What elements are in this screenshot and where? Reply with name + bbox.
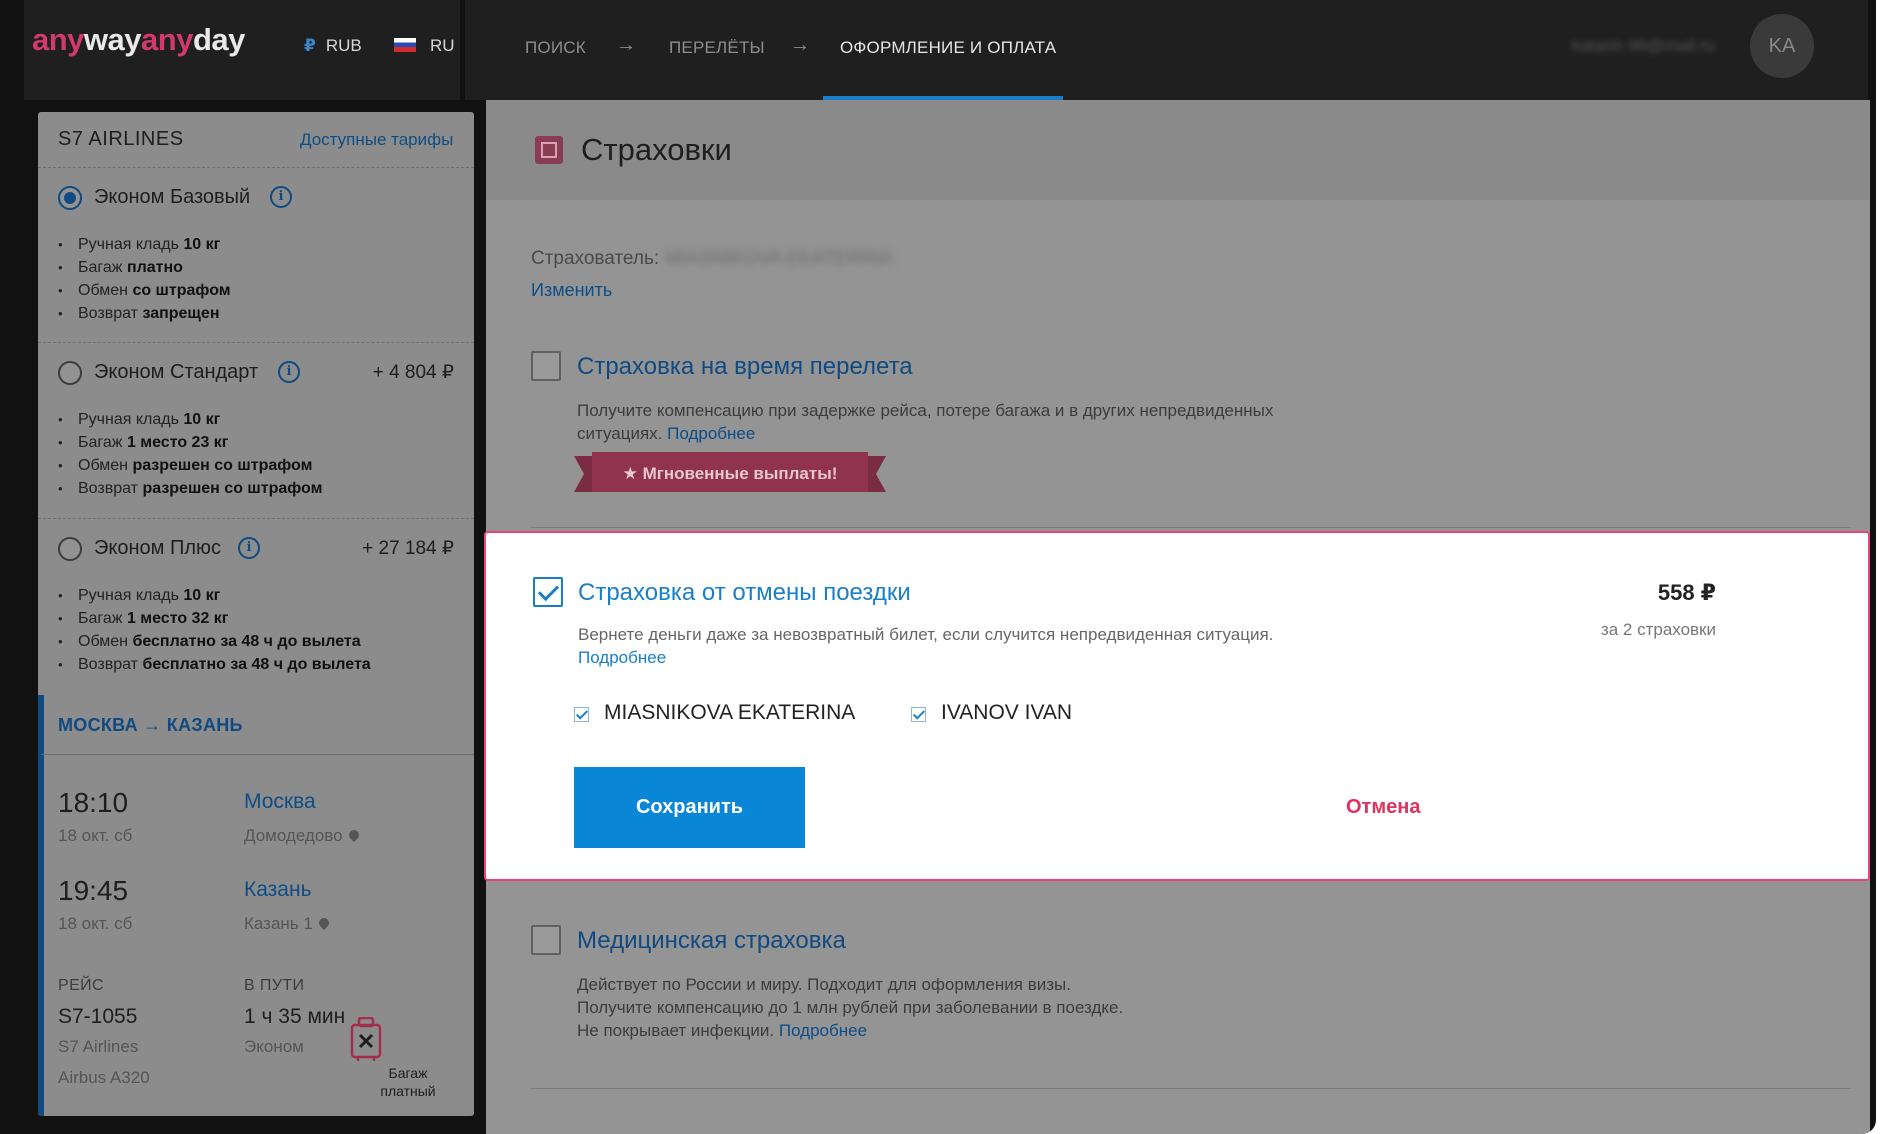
fare-feature: Багаж 1 место 32 кг [58,610,371,633]
step-flights[interactable]: ПЕРЕЛЁТЫ [669,38,765,58]
fare-feature: Обмен бесплатно за 48 ч до вылета [58,633,371,656]
location-pin-icon [346,827,361,843]
header-divider [460,0,465,100]
arrival-date: 18 окт. сб [58,914,133,933]
fare-radio[interactable] [58,186,82,210]
fare-feature: Возврат бесплатно за 48 ч до вылета [58,656,371,679]
available-fares-link[interactable]: Доступные тарифы [300,130,453,150]
flight-duration: 1 ч 35 мин [244,1005,346,1028]
fare-features: Ручная кладь 10 кг Багаж платно Обмен со… [58,236,231,328]
fare-feature: Ручная кладь 10 кг [58,587,371,610]
flight-insurance-desc: Получите компенсацию при задержке рейса,… [577,401,1274,443]
fare-feature: Багаж платно [58,259,231,282]
change-insurer-link[interactable]: Изменить [531,280,612,301]
step-arrow: → [616,34,636,56]
location-pin-icon [316,915,331,931]
medical-insurance-desc: Действует по России и миру. Подходит для… [577,975,1124,1040]
fare-radio[interactable] [58,361,82,385]
trip-cancellation-desc: Вернете деньги даже за невозвратный биле… [578,625,1274,669]
flight-insurance-checkbox[interactable] [531,351,561,381]
insurer-row: Страхователь: MIASNIKOVA EKATERINA [531,248,893,269]
trip-cancellation-title[interactable]: Страховка от отмены поездки [578,579,911,607]
brand-logo[interactable]: anywayanyday [32,22,245,58]
flight-label: РЕЙС [58,977,104,994]
app-window: anywayanyday ₽ RUB RU ПОИСК → ПЕРЕЛЁТЫ → … [0,0,1876,1134]
departure-airport: Домодедово [244,826,361,846]
duration-label: В ПУТИ [244,977,305,994]
fare-feature: Ручная кладь 10 кг [58,411,322,434]
flight-carrier: S7 Airlines [58,1037,139,1056]
route-header: МОСКВА → КАЗАНЬ [38,695,474,755]
insurance-icon [535,136,563,164]
passenger-name[interactable]: IVANOV IVAN [941,701,1072,725]
fare-feature: Багаж 1 место 23 кг [58,434,322,457]
russia-flag-icon [394,38,416,52]
fare-price: + 27 184 ₽ [362,538,454,559]
cabin-class: Эконом [244,1037,304,1056]
insurance-price-note: за 2 страховки [1600,620,1716,639]
flight-insurance-title[interactable]: Страховка на время перелета [577,353,913,381]
avatar[interactable]: KA [1750,14,1814,78]
fare-sidebar: S7 AIRLINES Доступные тарифы Эконом Базо… [38,112,474,1116]
trip-cancellation-checkbox[interactable] [533,577,563,607]
flight-aircraft: Airbus A320 [58,1068,150,1087]
more-link[interactable]: Подробнее [578,646,1273,669]
medical-insurance-title[interactable]: Медицинская страховка [577,927,846,955]
trip-cancellation-card: Страховка от отмены поездки 558 ₽ за 2 с… [484,531,1870,881]
flight-details: 18:10 18 окт. сб Москва Домодедово 19:45… [38,755,474,1116]
insurance-price: 558 ₽ [1657,580,1716,605]
fare-feature: Обмен со штрафом [58,282,231,305]
fare-feature: Ручная кладь 10 кг [58,236,231,259]
medical-insurance-checkbox[interactable] [531,925,561,955]
fare-feature: Возврат разрешен со штрафом [58,480,322,503]
arrival-airport: Казань 1 [244,914,331,934]
departure-time: 18:10 [58,787,129,818]
cancel-button[interactable]: Отмена [1346,796,1420,819]
language-selector[interactable]: RU [394,36,455,56]
fare-features: Ручная кладь 10 кг Багаж 1 место 32 кг О… [58,587,371,679]
passenger-checkbox[interactable] [911,707,926,722]
departure-date: 18 окт. сб [58,826,133,845]
airline-header: S7 AIRLINES Доступные тарифы [38,112,474,168]
arrival-time: 19:45 [58,875,129,906]
section-header: Страховки [486,100,1870,200]
fare-feature: Возврат запрещен [58,305,231,328]
fare-option-standard[interactable]: Эконом Стандарт i + 4 804 ₽ Ручная кладь… [38,343,474,519]
flight-number: S7-1055 [58,1005,138,1028]
currency-selector[interactable]: ₽ RUB [304,36,362,56]
fare-option-basic[interactable]: Эконом Базовый i Ручная кладь 10 кг Бага… [38,168,474,343]
airline-name: S7 AIRLINES [58,128,184,150]
arrival-city: Казань [244,878,312,901]
fare-name: Эконом Плюс [94,537,221,559]
baggage-icon [350,1017,382,1061]
ruble-icon: ₽ [304,36,316,55]
save-button[interactable]: Сохранить [574,767,805,848]
instant-payout-badge: ★ Мгновенные выплаты! [574,452,886,496]
fare-radio[interactable] [58,537,82,561]
route-title: МОСКВА → КАЗАНЬ [58,715,243,735]
step-arrow: → [790,34,810,56]
insurer-name: MIASNIKOVA EKATERINA [665,248,893,269]
divider [531,527,1851,528]
more-link[interactable]: Подробнее [779,1021,867,1040]
step-checkout[interactable]: ОФОРМЛЕНИЕ И ОПЛАТА [840,38,1056,58]
step-search[interactable]: ПОИСК [525,38,586,58]
user-email[interactable]: katarin.98@mail.ru [1572,36,1715,56]
passenger-name[interactable]: MIASNIKOVA EKATERINA [604,701,855,725]
fare-name: Эконом Базовый [94,186,251,208]
page-title: Страховки [581,132,732,167]
info-icon[interactable]: i [270,186,292,208]
fare-option-plus[interactable]: Эконом Плюс i + 27 184 ₽ Ручная кладь 10… [38,519,474,695]
passenger-checkbox[interactable] [574,707,589,722]
fare-price: + 4 804 ₽ [372,362,454,383]
fare-feature: Обмен разрешен со штрафом [58,457,322,480]
fare-features: Ручная кладь 10 кг Багаж 1 место 23 кг О… [58,411,322,503]
more-link[interactable]: Подробнее [667,424,755,443]
divider [531,1088,1851,1089]
fare-name: Эконом Стандарт [94,361,259,383]
info-icon[interactable]: i [278,361,300,383]
baggage-label: Багаж платный [380,1065,436,1099]
departure-city: Москва [244,790,316,813]
info-icon[interactable]: i [238,537,260,559]
